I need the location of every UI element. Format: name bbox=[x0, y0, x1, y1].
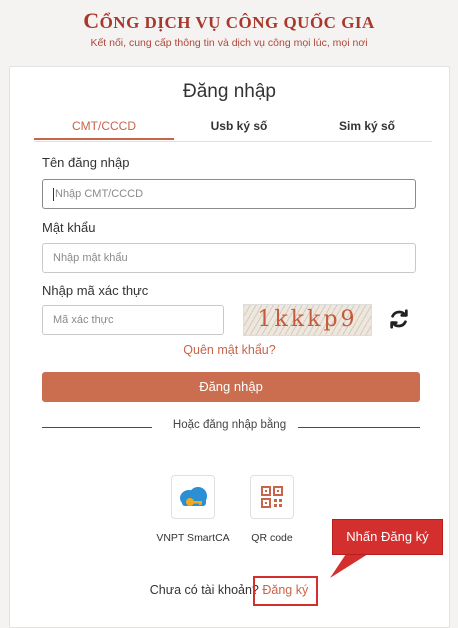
password-label: Mật khẩu bbox=[42, 220, 96, 235]
refresh-captcha-icon[interactable] bbox=[388, 308, 410, 330]
username-label: Tên đăng nhập bbox=[42, 155, 130, 170]
login-button[interactable]: Đăng nhập bbox=[42, 372, 420, 402]
username-placeholder: Nhập CMT/CCCD bbox=[55, 188, 144, 200]
tab-usb-signature[interactable]: Usb ký số bbox=[176, 119, 302, 133]
no-account-text: Chưa có tài khoản? bbox=[149, 583, 259, 597]
tab-cmt-cccd[interactable]: CMT/CCCD bbox=[34, 119, 174, 133]
forgot-password-link[interactable]: Quên mật khẩu? bbox=[10, 343, 449, 357]
active-tab-indicator bbox=[34, 138, 174, 140]
cloud-key-icon bbox=[180, 487, 207, 506]
tab-sim-signature[interactable]: Sim ký số bbox=[302, 119, 432, 133]
password-input[interactable]: Nhập mật khẩu bbox=[42, 243, 416, 273]
annotation-callout: Nhấn Đăng ký bbox=[332, 519, 443, 555]
password-placeholder: Nhập mật khẩu bbox=[53, 252, 128, 264]
portal-subtitle: Kết nối, cung cấp thông tin và dịch vụ c… bbox=[90, 37, 368, 49]
signup-prompt: Chưa có tài khoản? Đăng ký bbox=[0, 583, 458, 597]
portal-title: CỔNG DỊCH VỤ CÔNG QUỐC GIA bbox=[0, 8, 458, 34]
portal-title-text: ỔNG DỊCH VỤ CÔNG QUỐC GIA bbox=[99, 13, 375, 32]
qr-code-label: QR code bbox=[251, 532, 293, 544]
vnpt-smartca-button[interactable] bbox=[171, 475, 215, 519]
captcha-input[interactable]: Mã xác thực bbox=[42, 305, 224, 335]
captcha-image: 1kkkp9 bbox=[243, 304, 372, 336]
signup-highlight-box bbox=[253, 576, 318, 606]
login-tabs: CMT/CCCD Usb ký số Sim ký số bbox=[34, 111, 432, 142]
portal-header: CỔNG DỊCH VỤ CÔNG QUỐC GIA Kết nối, cung… bbox=[0, 0, 458, 62]
login-title: Đăng nhập bbox=[183, 81, 276, 102]
vnpt-smartca-label: VNPT SmartCA bbox=[156, 532, 230, 544]
qr-code-button[interactable] bbox=[250, 475, 294, 519]
portal-logo-letter: C bbox=[83, 8, 100, 33]
username-input[interactable]: Nhập CMT/CCCD bbox=[42, 179, 416, 209]
captcha-placeholder: Mã xác thực bbox=[53, 314, 114, 326]
alt-login-divider-text: Hoặc đăng nhập bằng bbox=[172, 419, 287, 431]
captcha-label: Nhập mã xác thực bbox=[42, 283, 149, 298]
qr-code-icon bbox=[261, 486, 283, 508]
text-caret bbox=[53, 187, 54, 201]
divider-right bbox=[298, 427, 420, 428]
